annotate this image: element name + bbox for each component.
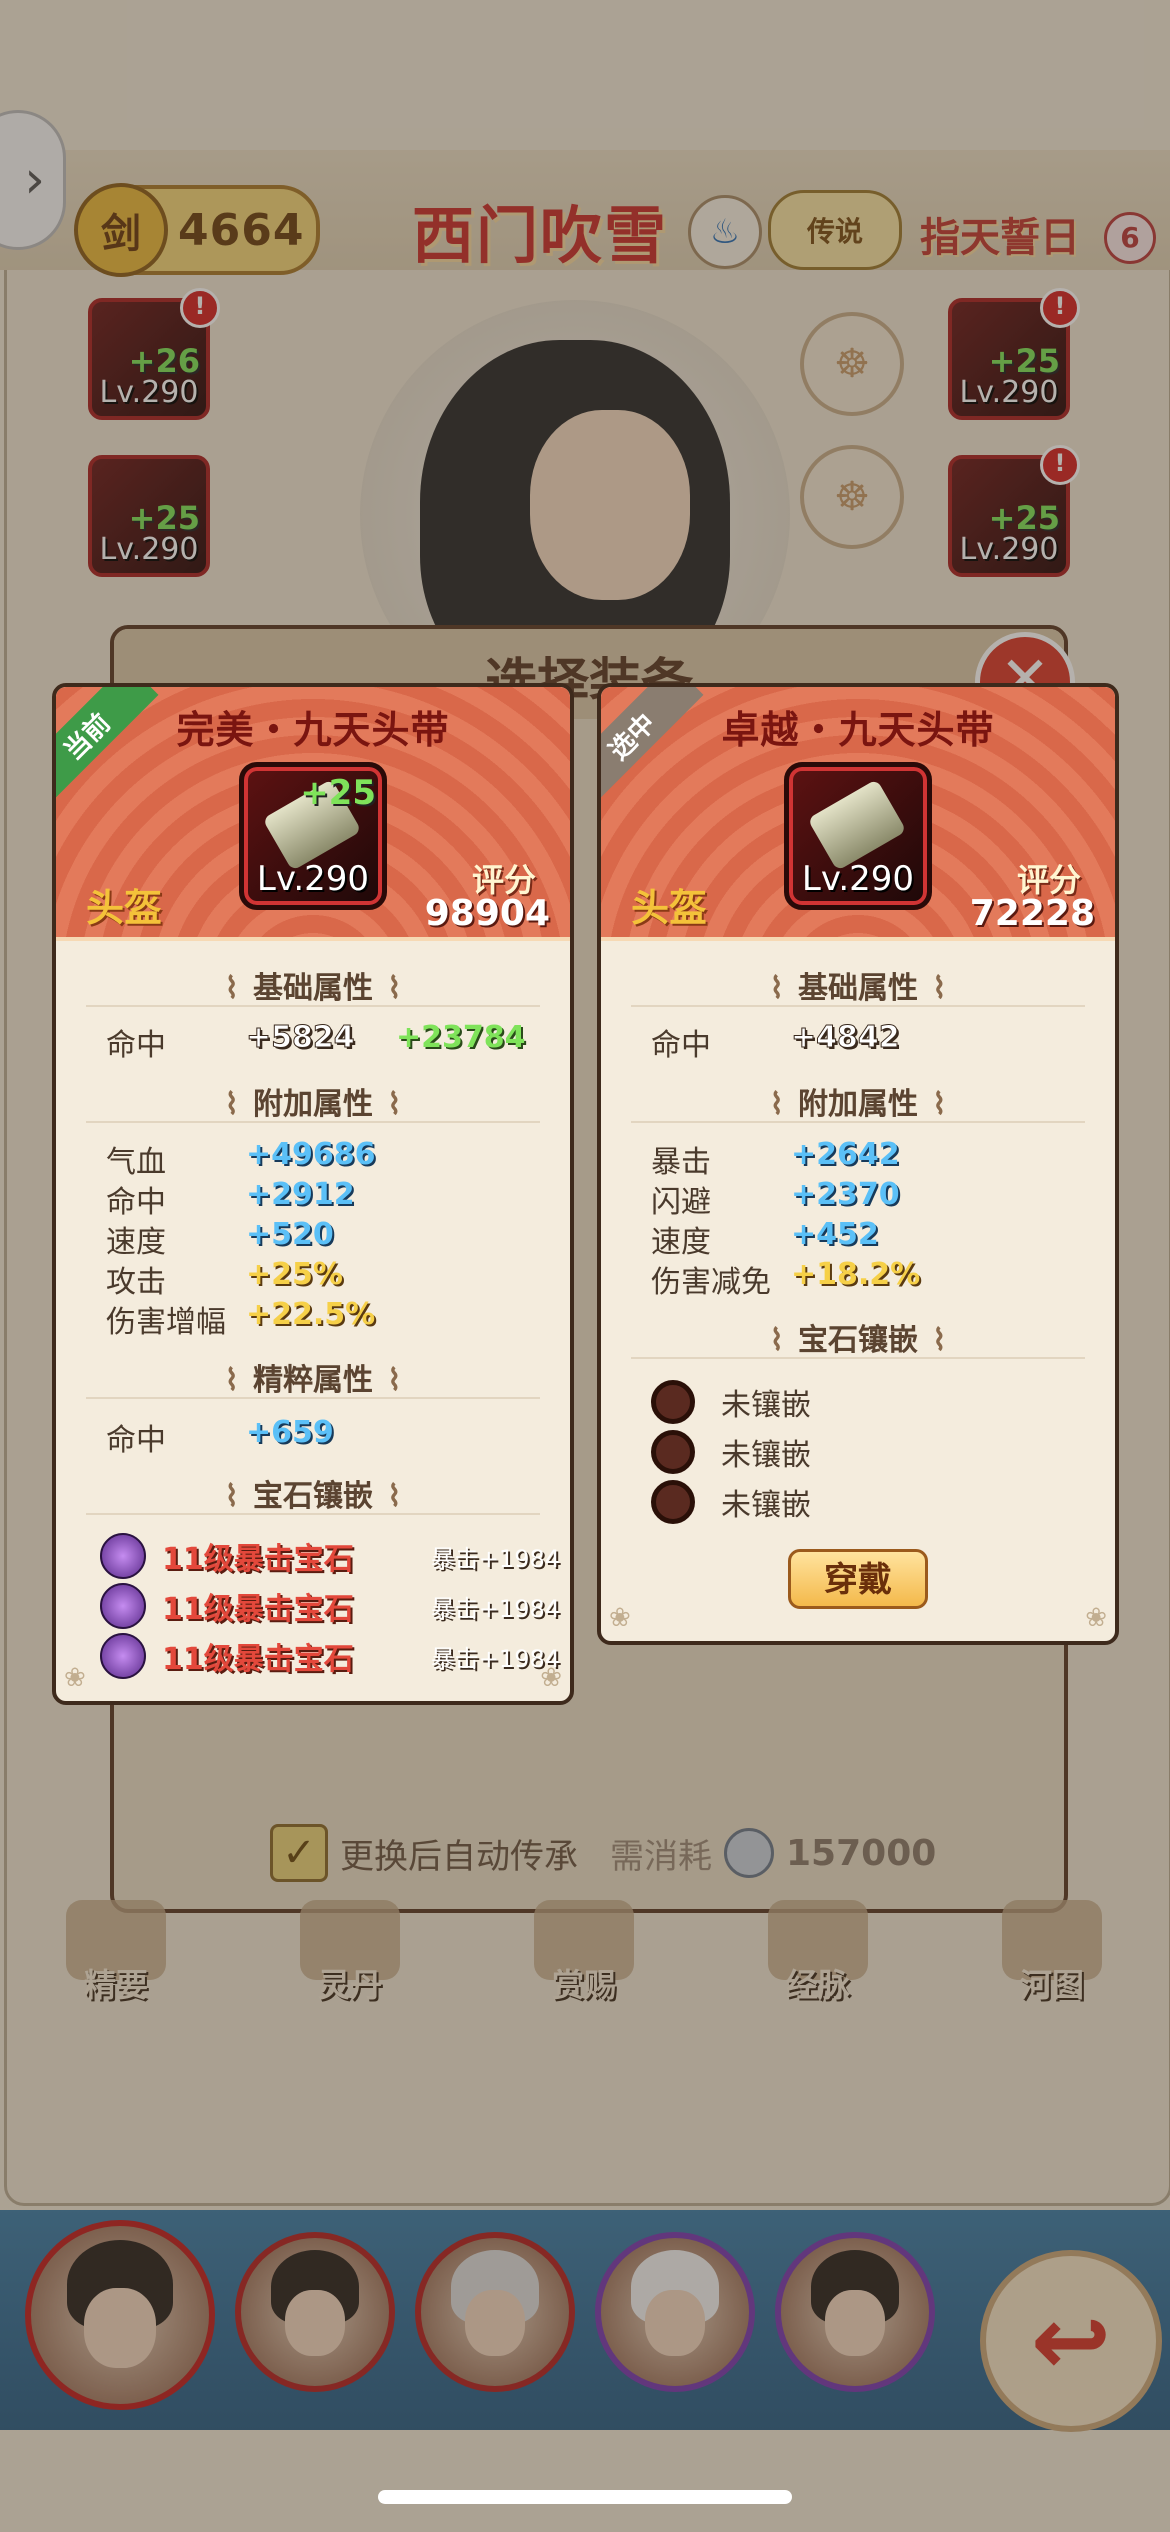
item-name: 卓越・九天头带 <box>721 708 995 752</box>
section-title: ⌇ 精粹属性 ⌇ <box>224 1363 402 1398</box>
crit-gem-icon <box>100 1583 146 1629</box>
home-indicator[interactable] <box>378 2490 792 2504</box>
item-name: 完美・九天头带 <box>176 708 450 752</box>
corner-ornament: ❀ <box>609 1603 631 1633</box>
attr-row: 攻击 +25% <box>106 1257 343 1300</box>
gem-row: 11级暴击宝石 暴击+1984 <box>100 1583 560 1629</box>
section-title: ⌇ 附加属性 ⌇ <box>224 1087 402 1122</box>
selected-equipment-card: 选中 卓越・九天头带 Lv.290 头盔 评分 72228 ⌇ 基础属性 ⌇ 命中 +… <box>597 683 1119 1645</box>
item-level: Lv.290 <box>801 859 915 899</box>
empty-socket-icon <box>651 1380 695 1424</box>
item-level: Lv.290 <box>256 859 370 899</box>
attr-row: 速度 +520 <box>106 1217 334 1260</box>
section-title: ⌇ 基础属性 ⌇ <box>769 971 947 1006</box>
attr-row: 闪避 +2370 <box>651 1177 900 1220</box>
empty-gem-slot[interactable]: 未镶嵌 <box>651 1377 811 1427</box>
corner-ornament: ❀ <box>1085 1603 1107 1633</box>
attr-row: 命中 +4842 <box>651 1020 900 1064</box>
gem-row: 11级暴击宝石 暴击+1984 <box>100 1633 560 1679</box>
equip-button[interactable]: 穿戴 <box>788 1549 928 1609</box>
empty-gem-slot[interactable]: 未镶嵌 <box>651 1477 811 1527</box>
attr-row: 速度 +452 <box>651 1217 879 1260</box>
empty-gem-slot[interactable]: 未镶嵌 <box>651 1427 811 1477</box>
section-title: ⌇ 宝石镶嵌 ⌇ <box>769 1323 947 1358</box>
crit-gem-icon <box>100 1533 146 1579</box>
attr-row: 伤害减免 +18.2% <box>651 1257 921 1300</box>
slot-type: 头盔 <box>631 886 708 930</box>
headband-icon: Lv.290 <box>784 762 932 910</box>
headband-icon: +25 Lv.290 <box>239 762 387 910</box>
section-title: ⌇ 宝石镶嵌 ⌇ <box>224 1479 402 1514</box>
attr-row: 气血 +49686 <box>106 1137 376 1180</box>
score-value: 72228 <box>969 893 1095 934</box>
section-title: ⌇ 附加属性 ⌇ <box>769 1087 947 1122</box>
attr-row: 伤害增幅 +22.5% <box>106 1297 376 1340</box>
empty-socket-icon <box>651 1430 695 1474</box>
score-value: 98904 <box>424 893 550 934</box>
slot-type: 头盔 <box>86 886 163 930</box>
gem-row: 11级暴击宝石 暴击+1984 <box>100 1533 560 1579</box>
attr-row: 暴击 +2642 <box>651 1137 900 1180</box>
attr-row: 命中 +5824 +23784 <box>106 1020 526 1064</box>
empty-socket-icon <box>651 1480 695 1524</box>
crit-gem-icon <box>100 1633 146 1679</box>
attr-row: 命中 +659 <box>106 1415 334 1458</box>
attr-row: 命中 +2912 <box>106 1177 355 1220</box>
corner-ornament: ❀ <box>540 1663 562 1693</box>
current-equipment-card: 当前 完美・九天头带 +25 Lv.290 头盔 评分 98904 ⌇ 基础属性 ⌇… <box>52 683 574 1705</box>
enhance-level: +25 <box>300 773 376 813</box>
corner-ornament: ❀ <box>64 1663 86 1693</box>
section-title: ⌇ 基础属性 ⌇ <box>224 971 402 1006</box>
